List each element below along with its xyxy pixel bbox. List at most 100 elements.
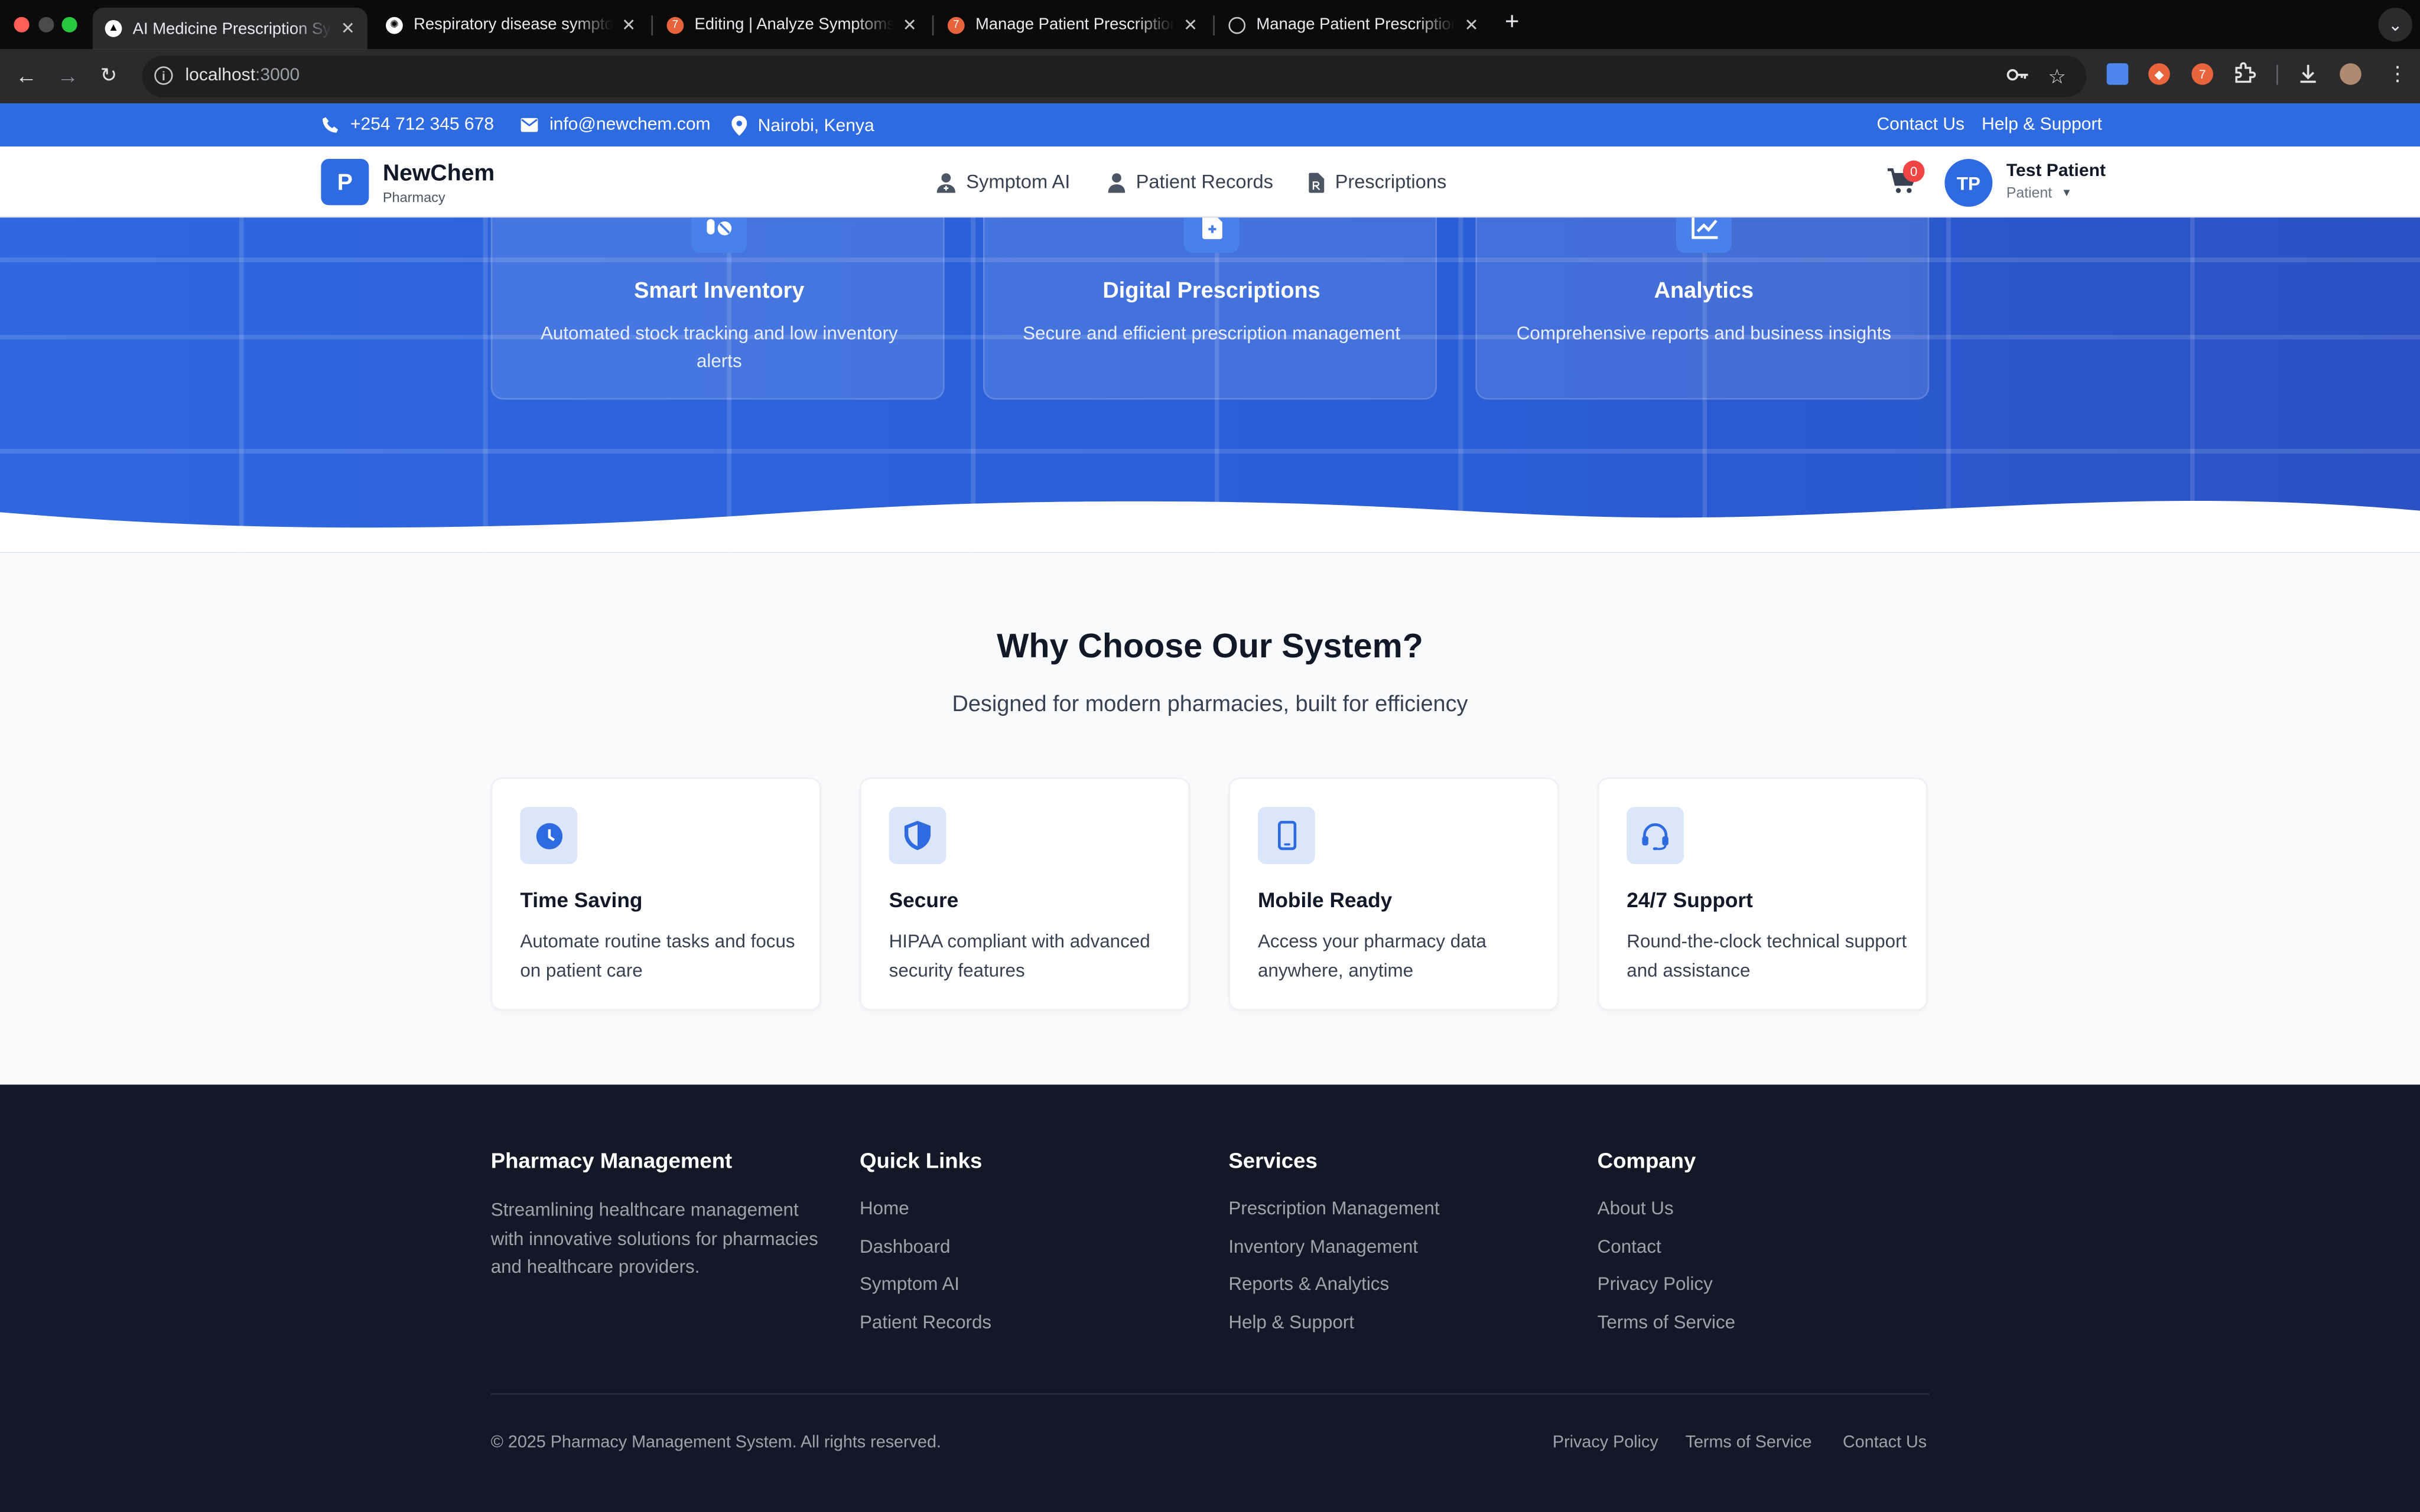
browser-tab-5[interactable]: Manage Patient Prescriptions ✕ (1216, 8, 1491, 41)
wave-divider (0, 501, 2420, 553)
screen: ▲ AI Medicine Prescription System ✕ ✺ Re… (0, 0, 2420, 1512)
tab-title: Manage Patient Prescriptions (1256, 15, 1455, 34)
footer-about-title: Pharmacy Management (490, 1148, 733, 1173)
feature-text: Round-the-clock technical support and as… (1627, 930, 1907, 981)
brand-name[interactable]: NewChem (383, 161, 495, 187)
maximize-window-button[interactable] (61, 17, 77, 32)
profile-avatar-icon[interactable] (2340, 63, 2362, 85)
feature-text: Automate routine tasks and focus on pati… (520, 930, 795, 981)
app-logo-icon: 7 (666, 16, 684, 34)
extension-app-icon[interactable]: 7 (2191, 63, 2213, 85)
address-bar[interactable]: i localhost:3000 ☆ (142, 56, 2087, 97)
back-arrow-icon[interactable]: ← (15, 63, 37, 88)
browser-menu-icon[interactable]: ⋮ (2388, 61, 2408, 86)
feature-card-mobile-ready: Mobile Ready Access your pharmacy data a… (1228, 777, 1559, 1011)
footer-link-patient-records[interactable]: Patient Records (860, 1311, 991, 1333)
footer-link-contact[interactable]: Contact (1598, 1236, 1661, 1257)
browser-tab-1[interactable]: ▲ AI Medicine Prescription System ✕ (92, 8, 367, 50)
phone-contact[interactable]: +254 712 345 678 (321, 116, 494, 134)
prescription-file-icon (1309, 172, 1325, 193)
close-icon[interactable]: ✕ (903, 15, 917, 34)
reload-icon[interactable]: ↻ (100, 63, 117, 88)
user-name[interactable]: Test Patient (2006, 162, 2106, 180)
extension-doc-icon[interactable] (2106, 63, 2129, 85)
footer-link-about-us[interactable]: About Us (1598, 1197, 1674, 1219)
nav-symptom-ai[interactable]: Symptom AI (936, 171, 1070, 193)
tab-title: Editing | Analyze Symptoms for (694, 15, 893, 34)
avatar[interactable]: TP (1944, 159, 1993, 207)
footer-bottom-contact-us[interactable]: Contact Us (1843, 1433, 1927, 1452)
tab-title: Manage Patient Prescriptions (975, 15, 1175, 34)
contact-info-bar: +254 712 345 678 info@newchem.com Nairob… (0, 103, 2420, 147)
close-icon[interactable]: ✕ (1464, 15, 1478, 34)
close-window-button[interactable] (14, 17, 30, 32)
forward-arrow-icon[interactable]: → (57, 63, 79, 88)
footer-divider (490, 1393, 1930, 1395)
nav-label: Prescriptions (1335, 171, 1447, 193)
extensions-puzzle-icon[interactable] (2233, 61, 2256, 89)
browser-tab-strip: ▲ AI Medicine Prescription System ✕ ✺ Re… (0, 0, 2420, 50)
logo-icon[interactable]: P (321, 159, 369, 206)
mobile-icon (1257, 807, 1315, 864)
help-support-link[interactable]: Help & Support (1982, 116, 2102, 134)
url-text: localhost:3000 (185, 66, 300, 85)
openai-icon: ✺ (386, 16, 403, 34)
extension-fox-icon[interactable]: ◆ (2148, 63, 2170, 85)
location-text: Nairobi, Kenya (757, 116, 874, 135)
feature-title: Secure (889, 888, 959, 912)
brand-subtitle: Pharmacy (382, 190, 445, 206)
copyright-text: © 2025 Pharmacy Management System. All r… (490, 1433, 941, 1452)
feature-title: 24/7 Support (1627, 888, 1753, 912)
triangle-icon: ▲ (105, 19, 122, 37)
email-text: info@newchem.com (549, 115, 711, 135)
footer-link-dashboard[interactable]: Dashboard (860, 1236, 950, 1257)
minimize-window-button[interactable] (38, 17, 54, 32)
browser-tab-3[interactable]: 7 Editing | Analyze Symptoms for ✕ (655, 8, 929, 41)
footer-link-reports-analytics[interactable]: Reports & Analytics (1228, 1273, 1389, 1295)
contact-us-link[interactable]: Contact Us (1876, 116, 1964, 134)
footer-bottom-privacy-policy[interactable]: Privacy Policy (1553, 1433, 1658, 1452)
footer-link-symptom-ai[interactable]: Symptom AI (860, 1273, 959, 1295)
user-doctor-icon (936, 172, 955, 193)
close-icon[interactable]: ✕ (1183, 15, 1198, 34)
new-tab-icon[interactable]: + (1505, 9, 1519, 37)
section-subtitle: Designed for modern pharmacies, built fo… (952, 692, 1468, 718)
download-icon[interactable] (2297, 61, 2320, 89)
feature-text: HIPAA compliant with advanced security f… (889, 930, 1150, 981)
site-info-icon[interactable]: i (154, 66, 173, 85)
browser-tab-4[interactable]: 7 Manage Patient Prescriptions ✕ (935, 8, 1210, 41)
user-role: Patient (2006, 185, 2053, 203)
feature-card-secure: Secure HIPAA compliant with advanced sec… (860, 777, 1191, 1011)
footer-link-prescription-management[interactable]: Prescription Management (1228, 1197, 1439, 1219)
footer-link-inventory-management[interactable]: Inventory Management (1228, 1236, 1418, 1257)
toolbar-separator (2276, 64, 2278, 85)
footer-about-text: Streamlining healthcare management with … (490, 1198, 818, 1278)
key-icon[interactable] (2006, 65, 2029, 90)
browser-tab-2[interactable]: ✺ Respiratory disease symptoms ✕ (373, 8, 648, 41)
bookmark-star-icon[interactable]: ☆ (2048, 65, 2066, 90)
map-pin-icon (731, 115, 747, 136)
tab-separator (651, 15, 653, 36)
app-logo-icon: 7 (947, 16, 965, 34)
close-icon[interactable]: ✕ (622, 15, 636, 34)
footer-link-privacy-policy[interactable]: Privacy Policy (1598, 1273, 1713, 1295)
tab-search-chevron-icon[interactable]: ⌄ (2378, 8, 2412, 42)
nav-prescriptions[interactable]: Prescriptions (1309, 171, 1446, 193)
clock-icon (520, 807, 577, 864)
close-icon[interactable]: ✕ (341, 18, 355, 38)
user-icon (1108, 172, 1126, 193)
footer-bottom-terms-of-service[interactable]: Terms of Service (1686, 1433, 1812, 1452)
globe-icon (1228, 16, 1246, 34)
nav-patient-records[interactable]: Patient Records (1108, 171, 1273, 193)
feature-card-time-saving: Time Saving Automate routine tasks and f… (490, 777, 821, 1011)
tab-separator (1213, 15, 1215, 36)
feature-title: Time Saving (520, 888, 643, 912)
user-role-dropdown[interactable]: Patient ▼ (2006, 185, 2072, 202)
email-contact[interactable]: info@newchem.com (520, 115, 711, 135)
footer-company-title: Company (1597, 1148, 1696, 1173)
footer-link-terms-of-service[interactable]: Terms of Service (1598, 1311, 1735, 1333)
browser-toolbar: ← → ↻ i localhost:3000 ☆ (0, 49, 2420, 104)
tab-title: Respiratory disease symptoms (414, 15, 613, 34)
footer-link-help-support[interactable]: Help & Support (1228, 1311, 1354, 1333)
footer-link-home[interactable]: Home (860, 1197, 909, 1219)
